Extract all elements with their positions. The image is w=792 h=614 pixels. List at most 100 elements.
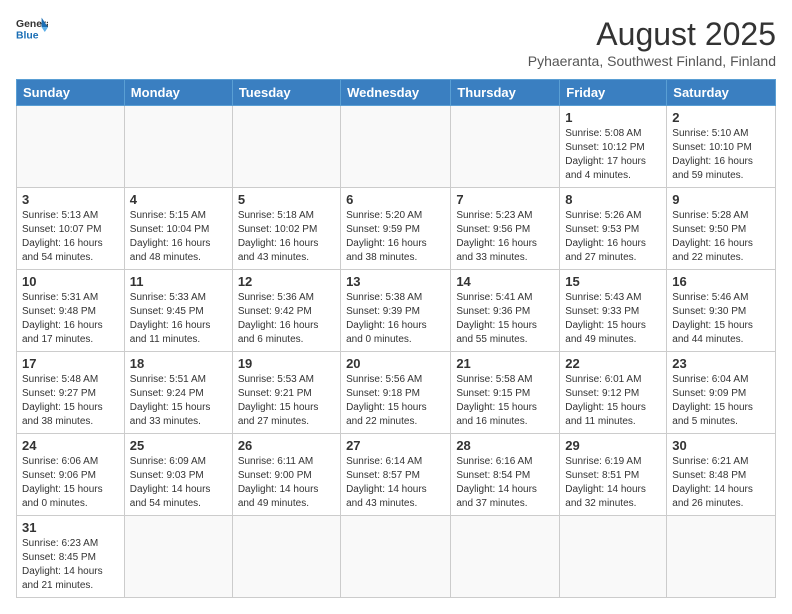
day-info: Sunrise: 6:11 AM Sunset: 9:00 PM Dayligh… — [238, 455, 335, 511]
day-info: Sunrise: 5:48 AM Sunset: 9:27 PM Dayligh… — [22, 373, 119, 429]
calendar-day-cell: 7Sunrise: 5:23 AM Sunset: 9:56 PM Daylig… — [451, 188, 560, 270]
weekday-header-wednesday: Wednesday — [341, 80, 451, 106]
weekday-header-sunday: Sunday — [17, 80, 125, 106]
day-info: Sunrise: 6:16 AM Sunset: 8:54 PM Dayligh… — [456, 455, 554, 511]
calendar-day-cell: 13 Sunrise: 5:38 AM Sunset: 9:39 PM Dayli… — [341, 270, 451, 352]
calendar-table: SundayMondayTuesdayWednesdayThursdayFrid… — [16, 79, 776, 598]
calendar-day-cell: 18 Sunrise: 5:51 AM Sunset: 9:24 PM Dayli… — [124, 352, 232, 434]
day-number: 25 — [130, 438, 227, 453]
day-info: Sunrise: 5:33 AM Sunset: 9:45 PM Dayligh… — [130, 291, 227, 347]
calendar-week-row: 17Sunrise: 5:48 AM Sunset: 9:27 PM Dayli… — [17, 352, 776, 434]
day-number: 8 — [565, 192, 661, 207]
day-number: 2 — [672, 110, 770, 125]
weekday-header-thursday: Thursday — [451, 80, 560, 106]
calendar-day-cell — [17, 106, 125, 188]
day-info: Sunrise: 6:21 AM Sunset: 8:48 PM Dayligh… — [672, 455, 770, 511]
day-info: Sunrise: 5:13 AM Sunset: 10:07 PM Daylig… — [22, 209, 119, 265]
day-info: Sunrise: 5:20 AM Sunset: 9:59 PM Dayligh… — [346, 209, 445, 265]
calendar-day-cell: 28 Sunrise: 6:16 AM Sunset: 8:54 PM Dayli… — [451, 434, 560, 516]
calendar-day-cell — [232, 106, 340, 188]
calendar-day-cell: 17Sunrise: 5:48 AM Sunset: 9:27 PM Dayli… — [17, 352, 125, 434]
day-number: 5 — [238, 192, 335, 207]
day-number: 24 — [22, 438, 119, 453]
day-info: Sunrise: 5:53 AM Sunset: 9:21 PM Dayligh… — [238, 373, 335, 429]
day-info: Sunrise: 5:56 AM Sunset: 9:18 PM Dayligh… — [346, 373, 445, 429]
day-info: Sunrise: 5:43 AM Sunset: 9:33 PM Dayligh… — [565, 291, 661, 347]
day-info: Sunrise: 5:46 AM Sunset: 9:30 PM Dayligh… — [672, 291, 770, 347]
calendar-day-cell: 9 Sunrise: 5:28 AM Sunset: 9:50 PM Daylig… — [667, 188, 776, 270]
day-number: 10 — [22, 274, 119, 289]
weekday-header-tuesday: Tuesday — [232, 80, 340, 106]
day-number: 20 — [346, 356, 445, 371]
calendar-week-row: 3 Sunrise: 5:13 AM Sunset: 10:07 PM Dayli… — [17, 188, 776, 270]
day-number: 15 — [565, 274, 661, 289]
calendar-day-cell: 1 Sunrise: 5:08 AM Sunset: 10:12 PM Dayli… — [560, 106, 667, 188]
calendar-day-cell: 21Sunrise: 5:58 AM Sunset: 9:15 PM Dayli… — [451, 352, 560, 434]
day-info: Sunrise: 5:31 AM Sunset: 9:48 PM Dayligh… — [22, 291, 119, 347]
day-number: 28 — [456, 438, 554, 453]
calendar-week-row: 1 Sunrise: 5:08 AM Sunset: 10:12 PM Dayli… — [17, 106, 776, 188]
calendar-day-cell: 22Sunrise: 6:01 AM Sunset: 9:12 PM Dayli… — [560, 352, 667, 434]
day-number: 13 — [346, 274, 445, 289]
day-info: Sunrise: 5:26 AM Sunset: 9:53 PM Dayligh… — [565, 209, 661, 265]
calendar-day-cell: 14 Sunrise: 5:41 AM Sunset: 9:36 PM Dayli… — [451, 270, 560, 352]
day-number: 3 — [22, 192, 119, 207]
day-number: 14 — [456, 274, 554, 289]
calendar-day-cell: 26 Sunrise: 6:11 AM Sunset: 9:00 PM Dayli… — [232, 434, 340, 516]
calendar-day-cell: 25Sunrise: 6:09 AM Sunset: 9:03 PM Dayli… — [124, 434, 232, 516]
calendar-day-cell — [451, 516, 560, 598]
day-info: Sunrise: 5:58 AM Sunset: 9:15 PM Dayligh… — [456, 373, 554, 429]
calendar-day-cell: 8 Sunrise: 5:26 AM Sunset: 9:53 PM Daylig… — [560, 188, 667, 270]
calendar-day-cell — [232, 516, 340, 598]
calendar-day-cell: 3 Sunrise: 5:13 AM Sunset: 10:07 PM Dayli… — [17, 188, 125, 270]
day-number: 12 — [238, 274, 335, 289]
calendar-day-cell — [124, 106, 232, 188]
calendar-day-cell: 30Sunrise: 6:21 AM Sunset: 8:48 PM Dayli… — [667, 434, 776, 516]
calendar-day-cell: 20 Sunrise: 5:56 AM Sunset: 9:18 PM Dayli… — [341, 352, 451, 434]
calendar-day-cell: 27Sunrise: 6:14 AM Sunset: 8:57 PM Dayli… — [341, 434, 451, 516]
calendar-day-cell — [560, 516, 667, 598]
day-number: 19 — [238, 356, 335, 371]
day-number: 4 — [130, 192, 227, 207]
calendar-day-cell — [451, 106, 560, 188]
day-number: 16 — [672, 274, 770, 289]
day-info: Sunrise: 5:08 AM Sunset: 10:12 PM Daylig… — [565, 127, 661, 183]
weekday-header-monday: Monday — [124, 80, 232, 106]
day-number: 31 — [22, 520, 119, 535]
calendar-day-cell — [667, 516, 776, 598]
day-info: Sunrise: 5:38 AM Sunset: 9:39 PM Dayligh… — [346, 291, 445, 347]
day-info: Sunrise: 6:06 AM Sunset: 9:06 PM Dayligh… — [22, 455, 119, 511]
calendar-day-cell: 29 Sunrise: 6:19 AM Sunset: 8:51 PM Dayli… — [560, 434, 667, 516]
calendar-day-cell: 31 Sunrise: 6:23 AM Sunset: 8:45 PM Dayli… — [17, 516, 125, 598]
svg-text:Blue: Blue — [16, 30, 39, 41]
calendar-week-row: 31 Sunrise: 6:23 AM Sunset: 8:45 PM Dayli… — [17, 516, 776, 598]
day-info: Sunrise: 6:19 AM Sunset: 8:51 PM Dayligh… — [565, 455, 661, 511]
weekday-header-saturday: Saturday — [667, 80, 776, 106]
calendar-day-cell: 2Sunrise: 5:10 AM Sunset: 10:10 PM Dayli… — [667, 106, 776, 188]
logo: General Blue — [16, 16, 48, 44]
calendar-day-cell: 10 Sunrise: 5:31 AM Sunset: 9:48 PM Dayli… — [17, 270, 125, 352]
day-number: 6 — [346, 192, 445, 207]
location-subtitle: Pyhaeranta, Southwest Finland, Finland — [528, 53, 776, 69]
day-info: Sunrise: 5:41 AM Sunset: 9:36 PM Dayligh… — [456, 291, 554, 347]
calendar-day-cell: 15 Sunrise: 5:43 AM Sunset: 9:33 PM Dayli… — [560, 270, 667, 352]
day-info: Sunrise: 6:23 AM Sunset: 8:45 PM Dayligh… — [22, 537, 119, 593]
weekday-header-row: SundayMondayTuesdayWednesdayThursdayFrid… — [17, 80, 776, 106]
day-number: 18 — [130, 356, 227, 371]
day-number: 7 — [456, 192, 554, 207]
calendar-day-cell: 11Sunrise: 5:33 AM Sunset: 9:45 PM Dayli… — [124, 270, 232, 352]
day-number: 9 — [672, 192, 770, 207]
day-number: 27 — [346, 438, 445, 453]
calendar-day-cell: 12Sunrise: 5:36 AM Sunset: 9:42 PM Dayli… — [232, 270, 340, 352]
day-info: Sunrise: 5:51 AM Sunset: 9:24 PM Dayligh… — [130, 373, 227, 429]
day-info: Sunrise: 5:28 AM Sunset: 9:50 PM Dayligh… — [672, 209, 770, 265]
day-number: 29 — [565, 438, 661, 453]
title-block: August 2025 Pyhaeranta, Southwest Finlan… — [528, 16, 776, 69]
day-number: 26 — [238, 438, 335, 453]
calendar-day-cell — [341, 516, 451, 598]
day-info: Sunrise: 5:15 AM Sunset: 10:04 PM Daylig… — [130, 209, 227, 265]
calendar-day-cell — [124, 516, 232, 598]
day-number: 1 — [565, 110, 661, 125]
calendar-day-cell — [341, 106, 451, 188]
calendar-day-cell: 16 Sunrise: 5:46 AM Sunset: 9:30 PM Dayli… — [667, 270, 776, 352]
